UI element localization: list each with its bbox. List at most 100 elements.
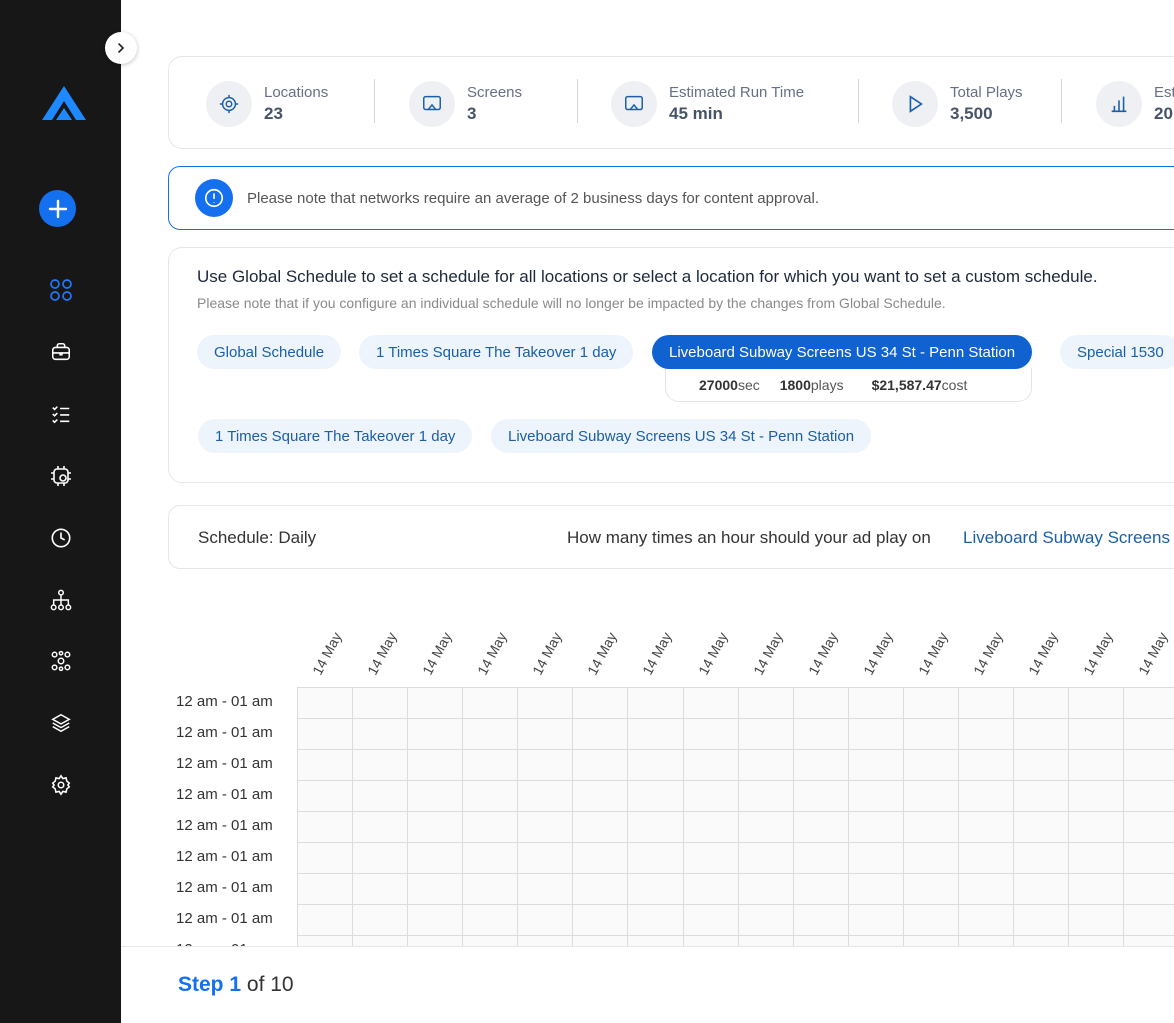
grid-cell[interactable] <box>572 904 628 936</box>
grid-cell[interactable] <box>683 687 739 719</box>
chip-location[interactable]: 1 Times Square The Takeover 1 day <box>198 419 473 453</box>
grid-cell[interactable] <box>517 780 573 812</box>
grid-cell[interactable] <box>683 842 739 874</box>
grid-cell[interactable] <box>1123 842 1174 874</box>
grid-cell[interactable] <box>407 935 463 946</box>
chip-location[interactable]: Liveboard Subway Screens US 34 St - Penn… <box>491 419 872 453</box>
grid-cell[interactable] <box>903 904 959 936</box>
sidebar-toggle-button[interactable] <box>105 32 137 64</box>
grid-cell[interactable] <box>738 873 794 905</box>
grid-cell[interactable] <box>1013 811 1069 843</box>
grid-cell[interactable] <box>1068 780 1124 812</box>
create-button[interactable] <box>39 190 76 227</box>
grid-cell[interactable] <box>407 811 463 843</box>
grid-cell[interactable] <box>793 780 849 812</box>
grid-cell[interactable] <box>848 811 904 843</box>
grid-cell[interactable] <box>407 718 463 750</box>
grid-cell[interactable] <box>738 780 794 812</box>
grid-cell[interactable] <box>572 749 628 781</box>
grid-cell[interactable] <box>462 687 518 719</box>
grid-cell[interactable] <box>848 873 904 905</box>
grid-cell[interactable] <box>848 718 904 750</box>
grid-cell[interactable] <box>738 935 794 946</box>
grid-cell[interactable] <box>462 842 518 874</box>
grid-cell[interactable] <box>903 718 959 750</box>
grid-cell[interactable] <box>1123 873 1174 905</box>
grid-cell[interactable] <box>462 904 518 936</box>
chip-location-active[interactable]: Liveboard Subway Screens US 34 St - Penn… <box>652 335 1033 369</box>
grid-cell[interactable] <box>352 904 408 936</box>
grid-cell[interactable] <box>1123 749 1174 781</box>
grid-cell[interactable] <box>627 935 684 946</box>
grid-cell[interactable] <box>462 718 518 750</box>
grid-cell[interactable] <box>903 749 959 781</box>
chip-location[interactable]: 1 Times Square The Takeover 1 day <box>359 335 634 369</box>
grid-cell[interactable] <box>793 718 849 750</box>
grid-cell[interactable] <box>903 780 959 812</box>
grid-cell[interactable] <box>352 873 408 905</box>
grid-cell[interactable] <box>352 842 408 874</box>
grid-cell[interactable] <box>1013 904 1069 936</box>
grid-cell[interactable] <box>793 935 849 946</box>
grid-cell[interactable] <box>1123 811 1174 843</box>
grid-cell[interactable] <box>352 935 408 946</box>
grid-cell[interactable] <box>517 935 573 946</box>
nav-automation[interactable] <box>48 463 74 489</box>
grid-cell[interactable] <box>1013 780 1069 812</box>
grid-cell[interactable] <box>793 904 849 936</box>
grid-cell[interactable] <box>848 687 904 719</box>
grid-cell[interactable] <box>1123 904 1174 936</box>
grid-cell[interactable] <box>1123 780 1174 812</box>
nav-audiences[interactable] <box>48 648 74 674</box>
grid-cell[interactable] <box>1013 687 1069 719</box>
nav-campaigns[interactable] <box>48 339 74 365</box>
grid-cell[interactable] <box>683 811 739 843</box>
grid-cell[interactable] <box>738 842 794 874</box>
grid-cell[interactable] <box>1068 749 1124 781</box>
grid-cell[interactable] <box>517 811 573 843</box>
grid-cell[interactable] <box>683 718 739 750</box>
grid-cell[interactable] <box>958 935 1014 946</box>
grid-cell[interactable] <box>958 873 1014 905</box>
grid-cell[interactable] <box>848 749 904 781</box>
grid-cell[interactable] <box>517 873 573 905</box>
grid-cell[interactable] <box>352 811 408 843</box>
grid-cell[interactable] <box>793 811 849 843</box>
grid-cell[interactable] <box>1123 718 1174 750</box>
grid-cell[interactable] <box>738 749 794 781</box>
grid-cell[interactable] <box>352 687 408 719</box>
nav-assets[interactable] <box>48 710 74 736</box>
grid-cell[interactable] <box>517 718 573 750</box>
grid-cell[interactable] <box>297 811 353 843</box>
grid-cell[interactable] <box>958 811 1014 843</box>
grid-cell[interactable] <box>297 749 353 781</box>
grid-cell[interactable] <box>297 935 353 946</box>
grid-cell[interactable] <box>627 780 684 812</box>
grid-cell[interactable] <box>352 718 408 750</box>
grid-cell[interactable] <box>848 935 904 946</box>
grid-cell[interactable] <box>1013 718 1069 750</box>
grid-cell[interactable] <box>848 780 904 812</box>
grid-cell[interactable] <box>793 749 849 781</box>
grid-cell[interactable] <box>1013 873 1069 905</box>
grid-cell[interactable] <box>297 780 353 812</box>
grid-cell[interactable] <box>1013 749 1069 781</box>
grid-cell[interactable] <box>572 780 628 812</box>
nav-tasks[interactable] <box>48 401 74 427</box>
grid-cell[interactable] <box>572 935 628 946</box>
grid-cell[interactable] <box>903 935 959 946</box>
grid-cell[interactable] <box>903 842 959 874</box>
grid-cell[interactable] <box>1123 687 1174 719</box>
nav-network[interactable] <box>48 587 74 613</box>
grid-cell[interactable] <box>958 904 1014 936</box>
grid-cell[interactable] <box>793 842 849 874</box>
grid-cell[interactable] <box>407 687 463 719</box>
grid-cell[interactable] <box>958 780 1014 812</box>
grid-cell[interactable] <box>683 780 739 812</box>
grid-cell[interactable] <box>407 780 463 812</box>
grid-cell[interactable] <box>958 749 1014 781</box>
grid-cell[interactable] <box>958 718 1014 750</box>
grid-cell[interactable] <box>297 687 353 719</box>
grid-cell[interactable] <box>352 749 408 781</box>
grid-cell[interactable] <box>1068 811 1124 843</box>
